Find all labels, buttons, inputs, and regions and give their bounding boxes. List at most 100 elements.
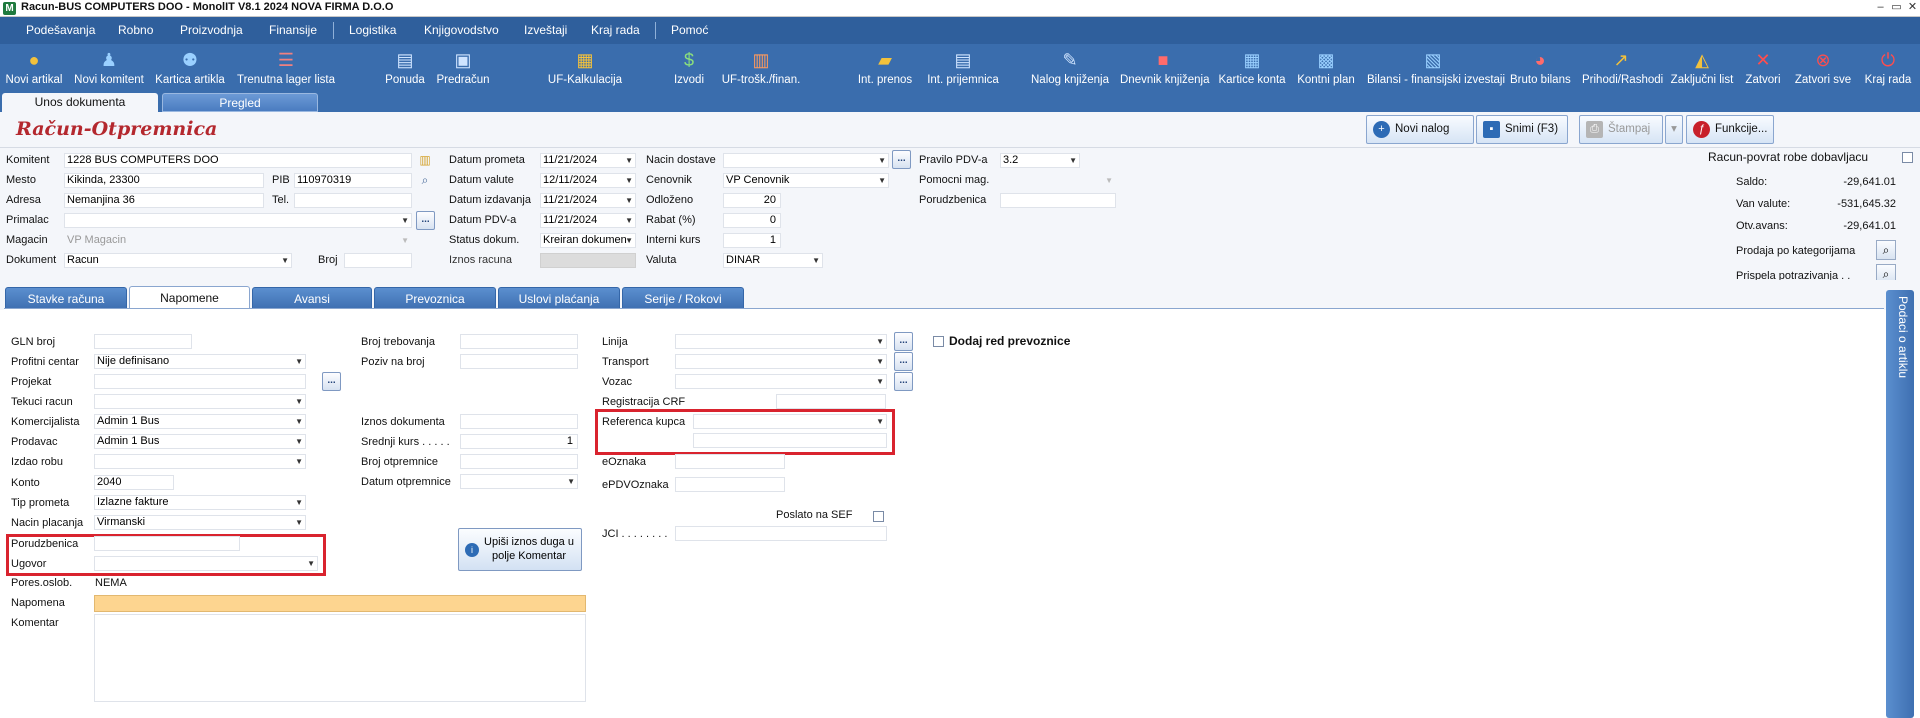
magacin-field[interactable]: VP Magacin ▼: [64, 233, 412, 248]
uf-kalkulacija-button[interactable]: ▦ UF-Kalkulacija: [547, 44, 623, 91]
porudzbenica-detail-field[interactable]: [94, 536, 240, 551]
tab-napomene[interactable]: Napomene: [129, 286, 250, 310]
prodavac-field[interactable]: Admin 1 Bus ▼: [94, 434, 306, 449]
podaci-o-artiklu-panel[interactable]: Podaci o artiklu: [1886, 290, 1914, 718]
menu-pomoc[interactable]: Pomoć: [671, 17, 708, 44]
menu-knjigovodstvo[interactable]: Knjigovodstvo: [424, 17, 499, 44]
stampaj-button[interactable]: ⎙ Štampaj: [1579, 115, 1663, 144]
broj-trebovanja-field[interactable]: [460, 334, 578, 349]
menu-podesavanja[interactable]: Podešavanja: [26, 17, 95, 44]
status-field[interactable]: Kreiran dokumen ▼: [540, 233, 636, 248]
int-prenos-button[interactable]: ▰ Int. prenos: [856, 44, 914, 91]
rabat-field[interactable]: 0: [723, 213, 781, 228]
nacin-dostave-browse-button[interactable]: ...: [892, 150, 911, 169]
datum-izdavanja-field[interactable]: 11/21/2024 ▼: [540, 193, 636, 208]
novi-artikal-button[interactable]: ● Novi artikal: [4, 44, 64, 91]
profitni-centar-field[interactable]: Nije definisano ▼: [94, 354, 306, 369]
referenca-kupca-field-2[interactable]: [693, 433, 887, 448]
tab-unos-dokumenta[interactable]: Unos dokumenta: [2, 93, 158, 112]
search-icon[interactable]: ⌕: [418, 173, 432, 187]
broj-otpremnice-field[interactable]: [460, 454, 578, 469]
konto-field[interactable]: 2040: [94, 475, 174, 490]
snimi-button[interactable]: ▪ Snimi (F3): [1476, 115, 1568, 144]
ugovor-field[interactable]: ▼: [94, 556, 318, 571]
adresa-field[interactable]: Nemanjina 36: [64, 193, 264, 208]
poslato-na-sef-checkbox[interactable]: [873, 511, 884, 522]
eoznaka-field[interactable]: [675, 454, 785, 469]
tab-uslovi-placanja[interactable]: Uslovi plaćanja: [498, 287, 620, 309]
kontni-plan-button[interactable]: ▩ Kontni plan: [1297, 44, 1355, 91]
tab-stavke-racuna[interactable]: Stavke računa: [5, 287, 127, 309]
upisi-iznos-duga-button[interactable]: i Upiši iznos duga u polje Komentar: [458, 528, 582, 571]
menu-proizvodnja[interactable]: Proizvodnja: [180, 17, 243, 44]
uf-troskovi-button[interactable]: ▥ UF-trošk./finan.: [719, 44, 803, 91]
poziv-na-broj-field[interactable]: [460, 354, 578, 369]
menu-izvestaji[interactable]: Izveštaji: [524, 17, 567, 44]
epdvoznaka-field[interactable]: [675, 477, 785, 492]
restore-button[interactable]: ▭: [1889, 0, 1904, 15]
menu-kraj-rada[interactable]: Kraj rada: [591, 17, 640, 44]
dnevnik-knjizenja-button[interactable]: ■ Dnevnik knjiženja: [1120, 44, 1210, 91]
novi-komitent-button[interactable]: ♟ Novi komitent: [73, 44, 145, 91]
close-window-button[interactable]: ✕: [1905, 0, 1920, 15]
valuta-field[interactable]: DINAR ▼: [723, 253, 823, 268]
minimize-button[interactable]: –: [1873, 0, 1888, 15]
iznos-dokumenta-field[interactable]: [460, 414, 578, 429]
nacin-placanja-field[interactable]: Virmanski ▼: [94, 515, 306, 530]
datum-prometa-field[interactable]: 11/21/2024 ▼: [540, 153, 636, 168]
funkcije-button[interactable]: ƒ Funkcije...: [1686, 115, 1774, 144]
book-icon[interactable]: ▥: [418, 153, 432, 167]
tab-serije-rokovi[interactable]: Serije / Rokovi trajanja: [622, 287, 744, 328]
interni-kurs-field[interactable]: 1: [723, 233, 781, 248]
right-panel-checkbox[interactable]: [1902, 152, 1913, 163]
transport-browse-button[interactable]: ...: [894, 352, 913, 371]
nalog-knjizenja-button[interactable]: ✎ Nalog knjiženja: [1031, 44, 1109, 91]
referenca-kupca-field[interactable]: ▼: [693, 414, 887, 429]
linija-browse-button[interactable]: ...: [894, 332, 913, 351]
tip-prometa-field[interactable]: Izlazne fakture ▼: [94, 495, 306, 510]
vozac-field[interactable]: ▼: [675, 374, 887, 389]
pravilo-pdva-field[interactable]: 3.2 ▼: [1000, 153, 1080, 168]
pomocni-mag-field[interactable]: ▼: [1000, 173, 1116, 188]
bruto-bilans-button[interactable]: ◕ Bruto bilans: [1510, 44, 1571, 91]
kartice-konta-button[interactable]: ▦ Kartice konta: [1218, 44, 1286, 91]
tab-avansi[interactable]: Avansi: [252, 287, 372, 309]
tab-prevoznica[interactable]: Prevoznica: [374, 287, 496, 309]
mesto-field[interactable]: Kikinda, 23300: [64, 173, 264, 188]
ponuda-button[interactable]: ▤ Ponuda: [383, 44, 427, 91]
projekat-field[interactable]: [94, 374, 306, 389]
porudzbenica-field[interactable]: [1000, 193, 1116, 208]
gln-field[interactable]: [94, 334, 192, 349]
komercijalista-field[interactable]: Admin 1 Bus ▼: [94, 414, 306, 429]
linija-field[interactable]: ▼: [675, 334, 887, 349]
kartica-artikla-button[interactable]: ⚉ Kartica artikla: [155, 44, 225, 91]
datum-pdva-field[interactable]: 11/21/2024 ▼: [540, 213, 636, 228]
primalac-field[interactable]: ▼: [64, 213, 412, 228]
predracun-button[interactable]: ▣ Predračun: [434, 44, 492, 91]
cenovnik-field[interactable]: VP Cenovnik ▼: [723, 173, 889, 188]
nacin-dostave-field[interactable]: ▼: [723, 153, 889, 168]
projekat-browse-button[interactable]: ...: [322, 372, 341, 391]
komentar-field[interactable]: [94, 614, 586, 702]
dodaj-red-prevoznice-checkbox[interactable]: [933, 336, 944, 347]
dokument-field[interactable]: Racun ▼: [64, 253, 292, 268]
datum-valute-field[interactable]: 12/11/2024 ▼: [540, 173, 636, 188]
tel-field[interactable]: [294, 193, 412, 208]
trenutna-lager-lista-button[interactable]: ☰ Trenutna lager lista: [236, 44, 336, 91]
komitent-field[interactable]: 1228 BUS COMPUTERS DOO: [64, 153, 412, 168]
tekuci-racun-field[interactable]: ▼: [94, 394, 306, 409]
zakljucni-list-button[interactable]: ◭ Zaključni list: [1670, 44, 1734, 91]
vozac-browse-button[interactable]: ...: [894, 372, 913, 391]
bilansi-button[interactable]: ▧ Bilansi - finansijski izvestaji: [1367, 44, 1505, 91]
datum-otpremnice-field[interactable]: ▼: [460, 474, 578, 489]
jci-field[interactable]: [675, 526, 887, 541]
kraj-rada-button[interactable]: ⏻ Kraj rada: [1862, 44, 1914, 91]
menu-logistika[interactable]: Logistika: [349, 17, 396, 44]
tab-pregled[interactable]: Pregled: [162, 93, 318, 112]
odlozeno-field[interactable]: 20: [723, 193, 781, 208]
zatvori-sve-button[interactable]: ⊗ Zatvori sve: [1792, 44, 1854, 91]
pib-field[interactable]: 110970319: [294, 173, 412, 188]
int-prijemnica-button[interactable]: ▤ Int. prijemnica: [925, 44, 1001, 91]
broj-field[interactable]: [344, 253, 412, 268]
menu-finansije[interactable]: Finansije: [269, 17, 317, 44]
